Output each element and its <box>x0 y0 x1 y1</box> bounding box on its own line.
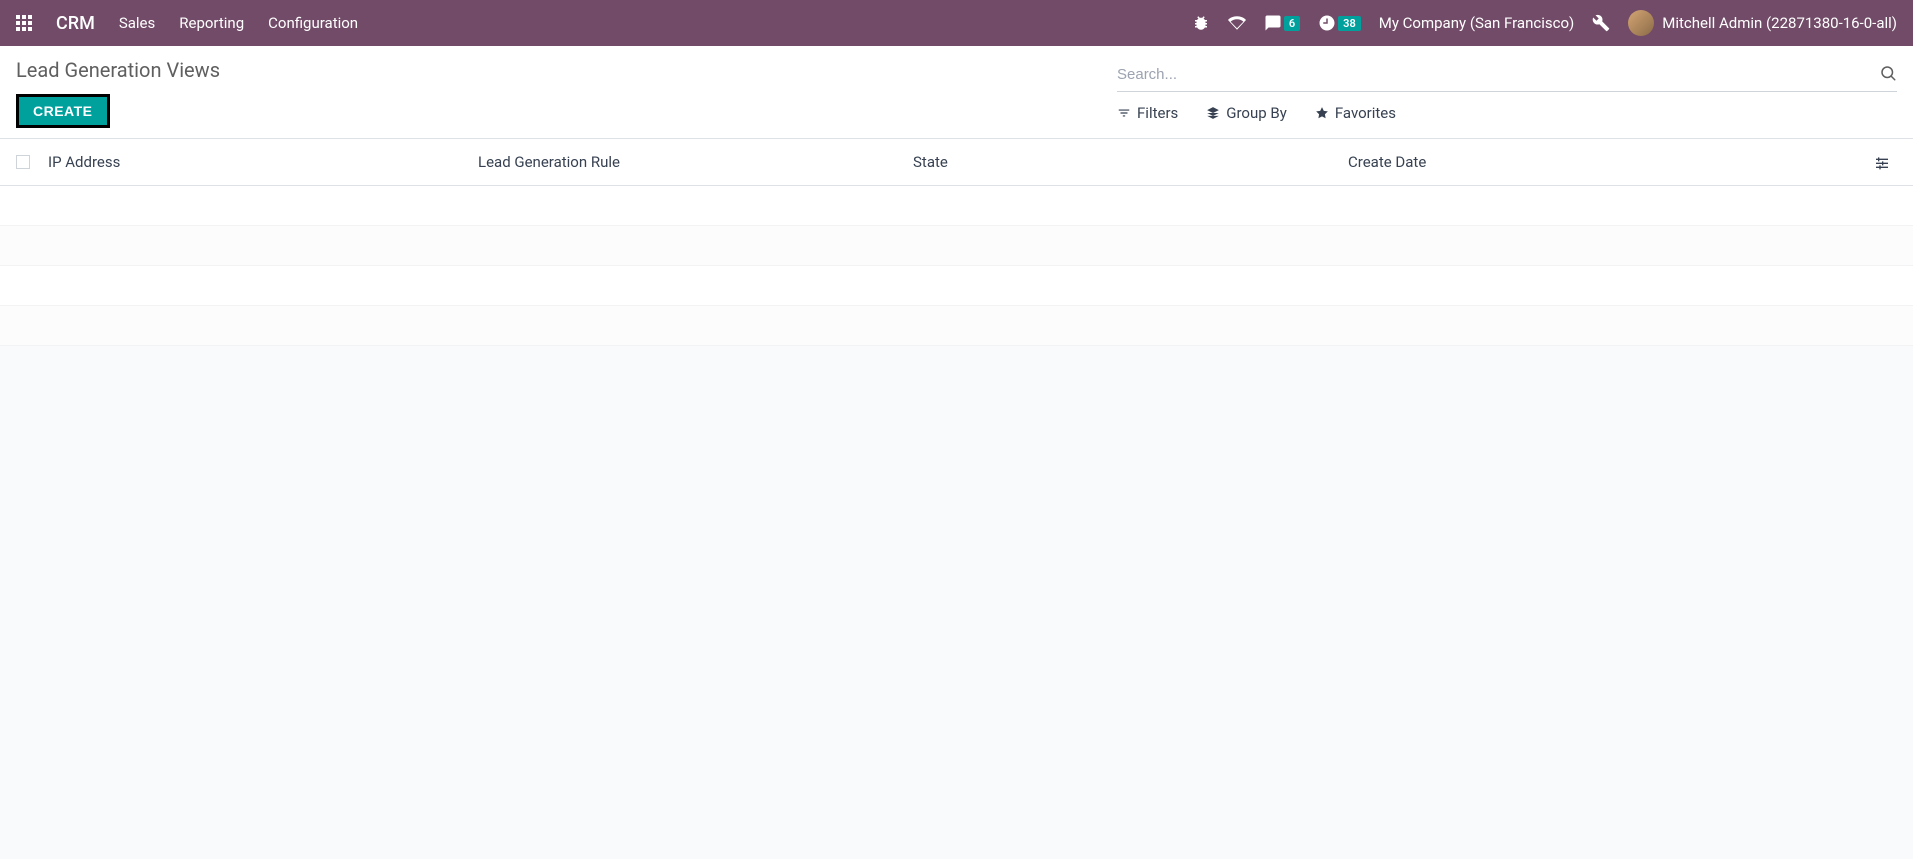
nav-link-reporting[interactable]: Reporting <box>179 14 244 32</box>
tools-icon[interactable] <box>1592 14 1610 32</box>
groupby-dropdown[interactable]: Group By <box>1206 104 1287 122</box>
list-view: IP Address Lead Generation Rule State Cr… <box>0 139 1913 346</box>
sliders-icon <box>1874 154 1890 170</box>
messaging-icon[interactable]: 6 <box>1264 14 1300 32</box>
avatar <box>1628 10 1654 36</box>
navbar-left: CRM Sales Reporting Configuration <box>16 13 358 34</box>
create-button[interactable]: CREATE <box>16 94 110 128</box>
table-row[interactable] <box>0 266 1913 306</box>
user-name: Mitchell Admin (22871380-16-0-all) <box>1662 14 1897 32</box>
column-header-date[interactable]: Create Date <box>1348 153 1867 171</box>
activities-icon[interactable]: 38 <box>1318 14 1361 32</box>
search-input[interactable] <box>1117 62 1879 87</box>
control-panel: Lead Generation Views CREATE Filters Gro… <box>0 46 1913 139</box>
control-panel-right: Filters Group By Favorites <box>1117 58 1897 128</box>
star-icon <box>1315 106 1329 120</box>
groupby-label: Group By <box>1226 104 1287 122</box>
apps-icon[interactable] <box>16 15 32 31</box>
navbar-right: 6 38 My Company (San Francisco) Mitchell… <box>1192 10 1897 36</box>
table-body <box>0 186 1913 346</box>
bug-icon[interactable] <box>1192 14 1210 32</box>
table-row[interactable] <box>0 306 1913 346</box>
filters-label: Filters <box>1137 104 1178 122</box>
column-options[interactable] <box>1867 154 1897 170</box>
layers-icon <box>1206 106 1220 120</box>
table-header: IP Address Lead Generation Rule State Cr… <box>0 139 1913 186</box>
favorites-dropdown[interactable]: Favorites <box>1315 104 1396 122</box>
funnel-icon <box>1117 106 1131 120</box>
control-panel-left: Lead Generation Views CREATE <box>16 58 220 128</box>
nav-link-sales[interactable]: Sales <box>119 14 155 32</box>
column-header-rule[interactable]: Lead Generation Rule <box>478 153 913 171</box>
wifi-icon[interactable] <box>1228 14 1246 32</box>
select-all-cell <box>16 155 48 169</box>
table-row[interactable] <box>0 226 1913 266</box>
nav-link-configuration[interactable]: Configuration <box>268 14 358 32</box>
column-header-ip[interactable]: IP Address <box>48 153 478 171</box>
messaging-badge: 6 <box>1284 16 1300 31</box>
filter-row: Filters Group By Favorites <box>1117 104 1897 122</box>
select-all-checkbox[interactable] <box>16 155 30 169</box>
search-row <box>1117 58 1897 92</box>
search-icon[interactable] <box>1879 64 1897 86</box>
main-navbar: CRM Sales Reporting Configuration 6 38 M… <box>0 0 1913 46</box>
column-header-state[interactable]: State <box>913 153 1348 171</box>
activities-badge: 38 <box>1338 16 1361 31</box>
breadcrumb: Lead Generation Views <box>16 58 220 82</box>
app-brand[interactable]: CRM <box>56 13 95 34</box>
favorites-label: Favorites <box>1335 104 1396 122</box>
table-row[interactable] <box>0 186 1913 226</box>
company-switcher[interactable]: My Company (San Francisco) <box>1379 14 1574 32</box>
filters-dropdown[interactable]: Filters <box>1117 104 1178 122</box>
user-menu[interactable]: Mitchell Admin (22871380-16-0-all) <box>1628 10 1897 36</box>
